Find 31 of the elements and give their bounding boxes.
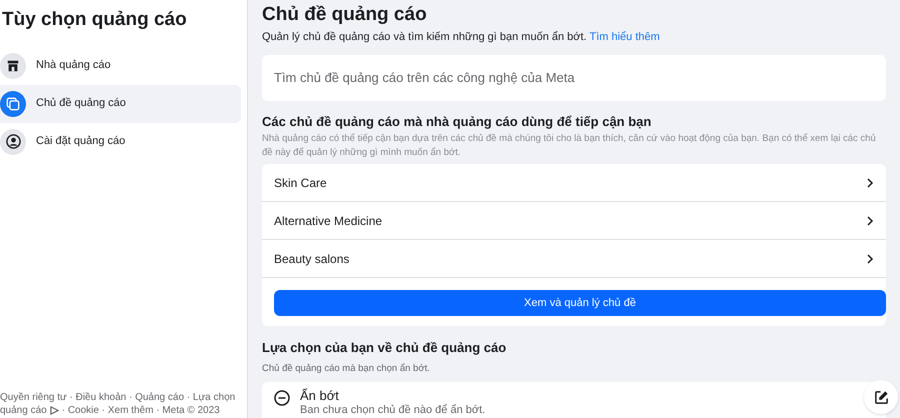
topic-row[interactable]: Beauty salons (262, 240, 886, 278)
card-title: Ẩn bớt (300, 388, 340, 404)
section-description: Nhà quảng cáo có thể tiếp cận bạn dựa trên các chủ đề mà chúng tôi cho là bạn thích, căn cứ vào hoạt động của bạn. Bạn có thể xem lại các chủ đề này để quản lý những gì mình muốn ẩn bớt. (262, 132, 877, 160)
minus-circle-icon (274, 390, 290, 406)
section-heading: Các chủ đề quảng cáo mà nhà quảng cáo dùng để tiếp cận bạn (262, 112, 652, 131)
section-heading: Lựa chọn của bạn về chủ đề quảng cáo (262, 339, 508, 357)
footer-links[interactable]: · Cookie · Xem thêm · Meta © 2023 (62, 404, 220, 417)
chevron-right-icon (866, 178, 874, 188)
store-icon (6, 58, 20, 72)
edit-button[interactable] (864, 380, 898, 414)
sidebar-title: Tùy chọn quảng cáo (1, 8, 188, 32)
learn-more-link[interactable]: Tìm hiểu thêm (589, 31, 660, 43)
cards-icon (6, 96, 20, 110)
page-subtitle: Quản lý chủ đề quảng cáo và tìm kiếm những gì bạn muốn ẩn bớt. (262, 31, 587, 43)
sidebar-item[interactable]: Cài đặt quảng cáo (0, 122, 241, 160)
person-circle-icon (6, 134, 20, 149)
chevron-right-icon (866, 254, 874, 264)
sidebar-item[interactable]: Chủ đề quảng cáo (0, 84, 241, 122)
topic-row[interactable]: Alternative Medicine (262, 202, 886, 240)
chevron-right-icon (866, 216, 874, 226)
footer-link[interactable]: quảng cáo (0, 404, 47, 417)
topic-row[interactable]: Skin Care (262, 164, 886, 202)
search-field[interactable]: Tìm chủ đề quảng cáo trên các công nghệ của Meta (262, 54, 886, 100)
card-text: Ban chưa chọn chủ đề nào để ẩn bớt. (300, 404, 486, 417)
page-title: Chủ đề quảng cáo (262, 3, 428, 27)
edit-icon (874, 390, 888, 404)
play-triangle-icon (50, 406, 59, 415)
sidebar-item[interactable]: Nhà quảng cáo (0, 46, 241, 84)
section-description: Chủ đề quảng cáo mà bạn chọn ẩn bớt. (262, 362, 431, 376)
manage-topics-button[interactable]: Xem và quản lý chủ đề (274, 290, 886, 316)
footer-links[interactable]: Quyền riêng tư · Điều khoản · Quảng cáo · Lựa chọn (0, 391, 236, 404)
